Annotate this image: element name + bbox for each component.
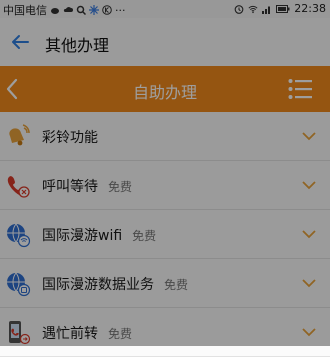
search-app-icon [76, 5, 86, 15]
back-arrow-icon[interactable] [10, 32, 30, 52]
item-name: 国际漫游数据业务 [42, 277, 154, 293]
list-item-label: 彩铃功能 [42, 127, 108, 147]
item-name: 国际漫游wifi [42, 228, 123, 244]
chevron-down-icon [302, 328, 316, 337]
page-title: 其他办理 [45, 36, 110, 55]
list-item-call-waiting[interactable]: 呼叫等待 免费 [0, 161, 330, 210]
service-list: 彩铃功能 呼叫等待 免费 国际漫游wifi 免费 国际漫游数据业务 免费 遇忙前… [0, 112, 330, 357]
item-tag: 免费 [108, 180, 133, 194]
carrier-label: 中国电信 [3, 4, 47, 17]
list-item-intl-roaming-wifi[interactable]: 国际漫游wifi 免费 [0, 210, 330, 259]
wifi-icon [248, 5, 258, 13]
chevron-down-icon [302, 230, 316, 239]
list-item-label: 国际漫游数据业务 免费 [42, 274, 188, 294]
item-name: 彩铃功能 [42, 130, 98, 146]
item-name: 遇忙前转 [42, 326, 98, 342]
clock: 22:38 [294, 2, 326, 15]
list-item-busy-forward[interactable]: 遇忙前转 免费 [0, 308, 330, 357]
title-bar: 其他办理 [0, 18, 330, 66]
section-title: 自助办理 [132, 83, 197, 102]
alarm-icon [234, 4, 244, 14]
status-left: 中国电信 ··· [3, 2, 126, 18]
list-item-ringtone[interactable]: 彩铃功能 [0, 112, 330, 161]
list-menu-icon[interactable] [288, 78, 312, 100]
status-bar: 中国电信 ··· 22:38 [0, 0, 330, 18]
chevron-down-icon [302, 132, 316, 141]
battery-icon [276, 4, 290, 13]
item-tag: 免费 [108, 327, 133, 341]
item-tag: 免费 [164, 278, 189, 292]
item-name: 呼叫等待 [42, 179, 98, 195]
phone-forward-icon [9, 321, 31, 345]
k-app-icon [102, 5, 112, 15]
signal-icon [262, 6, 271, 14]
globe-wifi-icon [7, 223, 31, 248]
list-item-label: 遇忙前转 免费 [42, 323, 132, 343]
status-right: 22:38 [234, 2, 326, 15]
list-item-label: 呼叫等待 免费 [42, 176, 132, 196]
snowflake-icon [89, 5, 99, 15]
cloud-icon [63, 7, 73, 12]
section-header: 自助办理 [0, 66, 330, 112]
chevron-down-icon [302, 279, 316, 288]
list-item-label: 国际漫游wifi 免费 [42, 225, 156, 245]
globe-data-icon [7, 272, 31, 297]
item-tag: 免费 [132, 229, 157, 243]
screen: 中国电信 ··· 22:38 其他办理 自助办理 彩铃功能 呼叫等待 免费 国际… [0, 0, 330, 357]
bell-icon [9, 124, 30, 146]
list-item-intl-roaming-data[interactable]: 国际漫游数据业务 免费 [0, 259, 330, 308]
chevron-down-icon [302, 181, 316, 190]
weibo-icon [51, 8, 59, 14]
phone-wait-icon [7, 176, 30, 198]
more-notifications: ··· [115, 3, 126, 17]
